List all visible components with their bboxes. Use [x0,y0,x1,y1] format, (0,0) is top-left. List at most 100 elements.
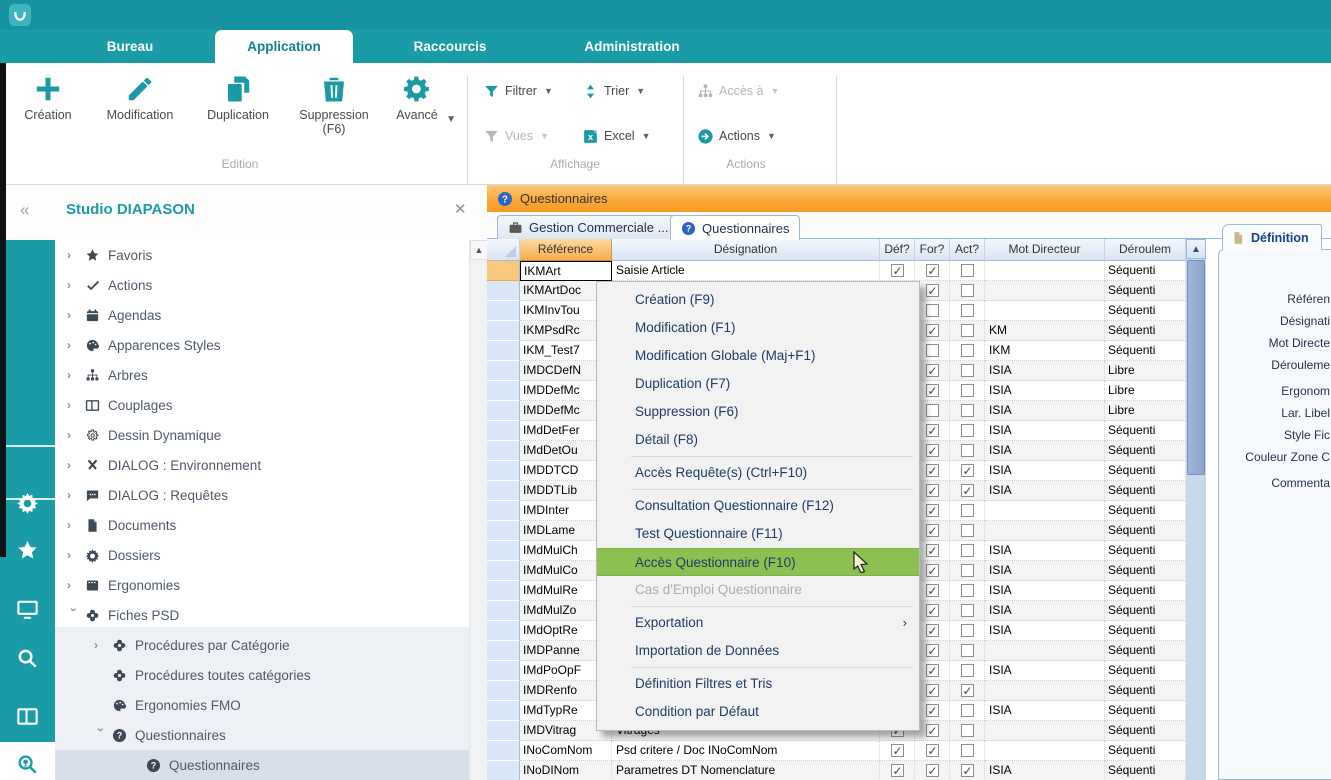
chevron-right-icon[interactable]: › [67,518,85,532]
cell-for[interactable] [915,281,950,301]
cell-mot-directeur[interactable]: ISIA [985,701,1105,721]
cell-designation[interactable]: Saisie Article [612,261,880,281]
ribbon-big-button[interactable]: Duplication ▼ [190,70,286,162]
filtrer-button[interactable]: Filtrer ▼ [483,80,553,102]
cell-deroulement[interactable]: Séquenti [1105,321,1186,341]
checkbox-act[interactable] [961,744,974,757]
cell-mot-directeur[interactable] [985,281,1105,301]
checkbox-for[interactable] [926,524,939,537]
cell-deroulement[interactable]: Séquenti [1105,721,1186,741]
cell-def[interactable] [880,741,915,761]
cell-deroulement[interactable]: Séquenti [1105,641,1186,661]
cell-mot-directeur[interactable] [985,261,1105,281]
chevron-down-icon[interactable]: ▼ [544,86,553,96]
cell-reference[interactable]: INoDINom [520,761,612,780]
tree-scrollbar[interactable]: ▲ [469,240,487,780]
cell-act[interactable] [950,401,985,421]
row-header[interactable] [487,501,520,521]
cell-deroulement[interactable]: Séquenti [1105,621,1186,641]
app-logo-icon[interactable] [9,4,31,26]
ribbon-big-button[interactable]: Avancé ▼ [382,70,452,162]
checkbox-for[interactable] [926,484,939,497]
checkbox-def[interactable] [891,764,904,777]
cell-deroulement[interactable]: Libre [1105,361,1186,381]
row-header[interactable] [487,521,520,541]
cell-for[interactable] [915,381,950,401]
cell-for[interactable] [915,541,950,561]
context-menu-item[interactable]: Test Questionnaire (F11) › [597,520,919,548]
cell-act[interactable] [950,601,985,621]
checkbox-act[interactable] [961,684,974,697]
cell-for[interactable] [915,661,950,681]
column-header-act[interactable]: Act? [950,239,985,261]
trier-button[interactable]: Trier ▼ [582,80,645,102]
cell-act[interactable] [950,561,985,581]
row-header[interactable] [487,461,520,481]
checkbox-act[interactable] [961,264,974,277]
table-row[interactable]: INoDINom Parametres DT Nomenclature ISIA… [487,761,1186,780]
cell-deroulement[interactable]: Séquenti [1105,441,1186,461]
scroll-up-icon[interactable]: ▲ [470,240,488,260]
cell-deroulement[interactable]: Séquenti [1105,501,1186,521]
cell-act[interactable] [950,481,985,501]
ribbon-tab-bureau[interactable]: Bureau [60,30,200,63]
chevron-right-icon[interactable]: › [67,608,81,626]
row-header[interactable] [487,561,520,581]
actions-button[interactable]: Actions ▼ [697,125,776,147]
cell-mot-directeur[interactable]: ISIA [985,381,1105,401]
column-header-designation[interactable]: Désignation [612,239,880,261]
checkbox-act[interactable] [961,344,974,357]
checkbox-def[interactable] [891,744,904,757]
cell-mot-directeur[interactable]: KM [985,321,1105,341]
checkbox-for[interactable] [926,544,939,557]
context-menu-item[interactable]: Modification (F1) › [597,314,919,342]
cell-designation[interactable]: Parametres DT Nomenclature [612,761,880,780]
checkbox-for[interactable] [926,744,939,757]
cell-for[interactable] [915,501,950,521]
cell-for[interactable] [915,401,950,421]
cell-act[interactable] [950,721,985,741]
cell-for[interactable] [915,761,950,780]
tree-item[interactable]: › Actions [55,270,469,300]
checkbox-for[interactable] [926,264,939,277]
cell-act[interactable] [950,641,985,661]
cell-mot-directeur[interactable]: ISIA [985,761,1105,780]
chevron-right-icon[interactable]: › [67,398,85,412]
checkbox-for[interactable] [926,364,939,377]
tree-item[interactable]: › Documents [55,510,469,540]
cell-act[interactable] [950,261,985,281]
ribbon-tab-administration[interactable]: Administration [552,30,712,63]
cell-for[interactable] [915,701,950,721]
cell-reference[interactable]: IKMArt [520,261,612,281]
cell-act[interactable] [950,761,985,780]
checkbox-for[interactable] [926,404,939,417]
tree-item[interactable]: Ergonomies FMO [55,690,469,720]
cell-deroulement[interactable]: Séquenti [1105,481,1186,501]
vues-button[interactable]: Vues ▼ [483,125,549,147]
checkbox-act[interactable] [961,284,974,297]
cell-deroulement[interactable]: Séquenti [1105,761,1186,780]
cell-deroulement[interactable]: Séquenti [1105,581,1186,601]
column-header-deroulement[interactable]: Déroulem [1105,239,1186,261]
context-menu-item[interactable]: Condition par Défaut › [597,698,919,726]
tree-item[interactable]: › Fiches PSD [55,600,469,630]
tab-questionnaires[interactable]: ? Questionnaires [670,215,800,240]
row-header[interactable] [487,681,520,701]
definition-panel-tab[interactable]: Définition [1222,224,1322,250]
cell-mot-directeur[interactable]: ISIA [985,581,1105,601]
cell-deroulement[interactable]: Séquenti [1105,561,1186,581]
context-menu-item[interactable]: Création (F9) › [597,286,919,314]
cell-deroulement[interactable]: Libre [1105,381,1186,401]
checkbox-act[interactable] [961,404,974,417]
cell-deroulement[interactable]: Séquenti [1105,461,1186,481]
tree-item[interactable]: Procédures toutes catégories [55,660,469,690]
cell-mot-directeur[interactable] [985,641,1105,661]
cell-deroulement[interactable]: Séquenti [1105,701,1186,721]
context-menu-item[interactable]: Duplication (F7) › [597,370,919,398]
checkbox-for[interactable] [926,424,939,437]
chevron-right-icon[interactable]: › [94,728,108,746]
cell-for[interactable] [915,741,950,761]
chevron-down-icon[interactable]: ▼ [446,114,456,125]
row-header[interactable] [487,381,520,401]
checkbox-def[interactable] [891,264,904,277]
